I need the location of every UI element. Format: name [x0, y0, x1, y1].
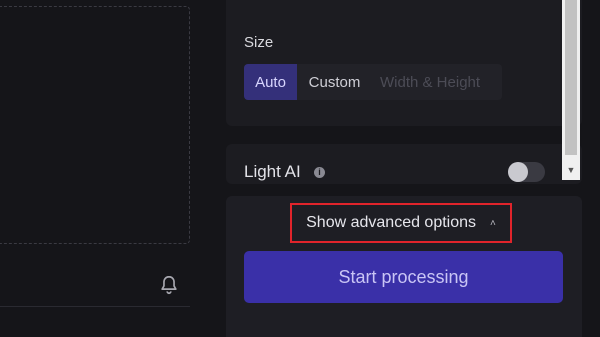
show-advanced-options-button[interactable]: Show advanced options ˄ [290, 203, 512, 243]
upload-pane [0, 0, 226, 337]
advanced-options-label: Show advanced options [306, 214, 477, 231]
size-option-auto[interactable]: Auto [244, 64, 297, 100]
info-icon[interactable]: i [314, 167, 325, 178]
scroll-down-arrow-icon[interactable]: ▼ [562, 163, 580, 177]
start-processing-button[interactable]: Start processing [244, 251, 563, 303]
light-ai-toggle[interactable] [508, 162, 545, 182]
size-card [226, 0, 582, 126]
drop-zone[interactable] [0, 6, 190, 244]
scroll-thumb[interactable] [565, 0, 577, 155]
bell-icon[interactable] [158, 274, 180, 296]
toggle-knob [508, 162, 528, 182]
size-label: Size [244, 34, 274, 51]
chevron-up-icon: ˄ [490, 217, 496, 229]
divider [0, 306, 190, 307]
light-ai-label: Light AI [244, 162, 301, 181]
size-option-width-height[interactable]: Width & Height [372, 64, 502, 100]
size-option-custom[interactable]: Custom [297, 64, 372, 100]
size-segmented-control: Auto Custom Width & Height [244, 64, 502, 100]
scrollbar[interactable]: ▼ [562, 0, 580, 180]
